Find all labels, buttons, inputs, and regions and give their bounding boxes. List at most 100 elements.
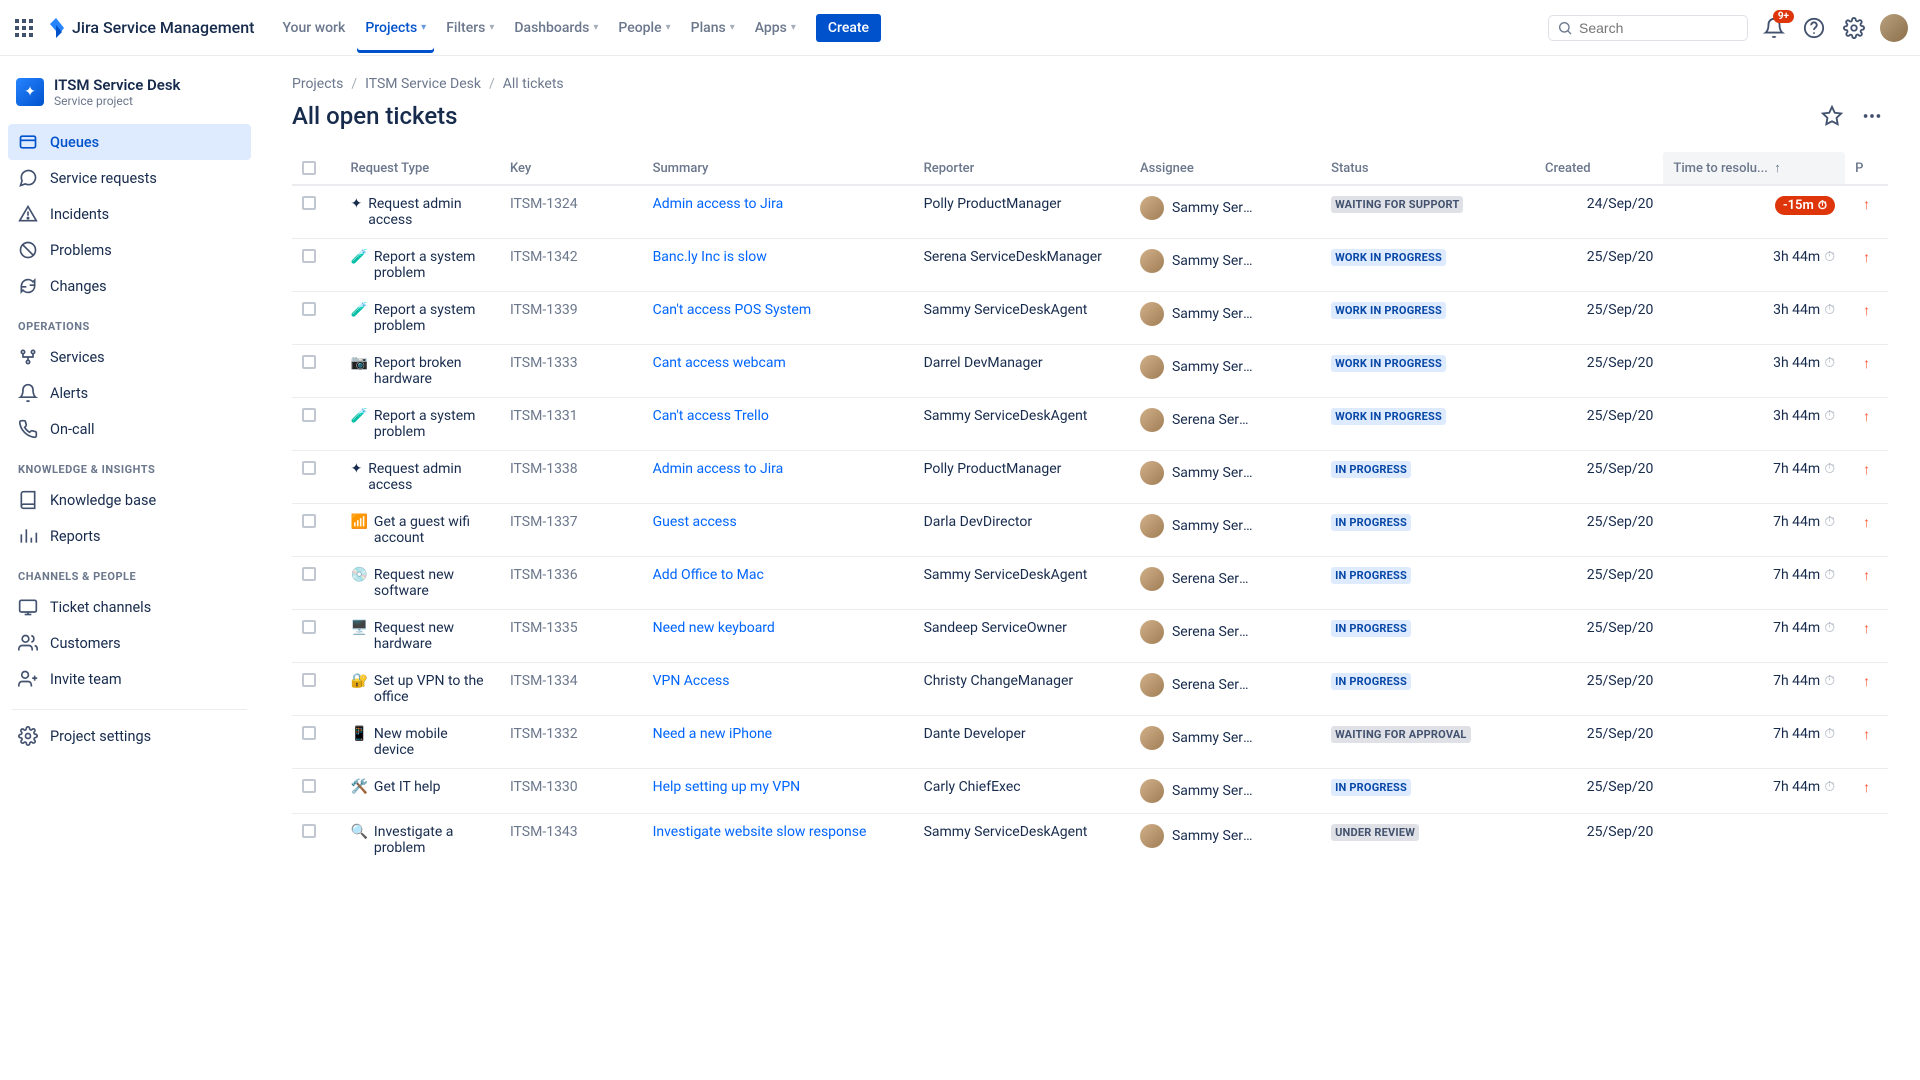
ticket-summary-link[interactable]: Investigate website slow response	[653, 824, 867, 840]
row-checkbox[interactable]	[302, 726, 316, 740]
ticket-summary-link[interactable]: Help setting up my VPN	[653, 779, 801, 795]
status-lozenge[interactable]: WORK IN PROGRESS	[1331, 408, 1446, 425]
sidebar-item-service-requests[interactable]: Service requests	[8, 160, 251, 196]
ticket-key[interactable]: ITSM-1339	[510, 302, 578, 318]
sidebar-item-customers[interactable]: Customers	[8, 625, 251, 661]
ticket-key[interactable]: ITSM-1332	[510, 726, 578, 742]
status-lozenge[interactable]: WAITING FOR APPROVAL	[1331, 726, 1470, 743]
row-checkbox[interactable]	[302, 355, 316, 369]
search-input[interactable]	[1579, 20, 1729, 36]
settings-button[interactable]	[1840, 14, 1868, 42]
column-header-request-type[interactable]: Request Type	[340, 152, 499, 185]
product-logo[interactable]: Jira Service Management	[44, 16, 254, 40]
ticket-key[interactable]: ITSM-1334	[510, 673, 578, 689]
ticket-summary-link[interactable]: Can't access Trello	[653, 408, 769, 424]
column-header-priority[interactable]: P	[1845, 152, 1888, 185]
ticket-key[interactable]: ITSM-1336	[510, 567, 578, 583]
nav-item-plans[interactable]: Plans▾	[683, 12, 743, 44]
ticket-key[interactable]: ITSM-1335	[510, 620, 578, 636]
ticket-summary-link[interactable]: Need a new iPhone	[653, 726, 773, 742]
sidebar-item-alerts[interactable]: Alerts	[8, 375, 251, 411]
nav-item-apps[interactable]: Apps▾	[747, 12, 804, 44]
status-lozenge[interactable]: WORK IN PROGRESS	[1331, 249, 1446, 266]
breadcrumb-item[interactable]: ITSM Service Desk	[365, 76, 481, 92]
ticket-summary-link[interactable]: Can't access POS System	[653, 302, 812, 318]
nav-item-dashboards[interactable]: Dashboards▾	[506, 12, 606, 44]
row-checkbox[interactable]	[302, 408, 316, 422]
ticket-key[interactable]: ITSM-1324	[510, 196, 578, 212]
sidebar-item-ticket-channels[interactable]: Ticket channels	[8, 589, 251, 625]
ticket-key[interactable]: ITSM-1338	[510, 461, 578, 477]
row-checkbox[interactable]	[302, 824, 316, 838]
status-lozenge[interactable]: IN PROGRESS	[1331, 461, 1411, 478]
row-checkbox[interactable]	[302, 514, 316, 528]
column-header-key[interactable]: Key	[500, 152, 643, 185]
help-button[interactable]	[1800, 14, 1828, 42]
select-all-checkbox[interactable]	[302, 161, 316, 175]
sidebar-item-services[interactable]: Services	[8, 339, 251, 375]
ticket-key[interactable]: ITSM-1343	[510, 824, 578, 840]
search-box[interactable]	[1548, 15, 1748, 41]
status-lozenge[interactable]: IN PROGRESS	[1331, 673, 1411, 690]
sidebar-item-reports[interactable]: Reports	[8, 518, 251, 554]
status-lozenge[interactable]: IN PROGRESS	[1331, 567, 1411, 584]
status-lozenge[interactable]: WORK IN PROGRESS	[1331, 302, 1446, 319]
row-checkbox[interactable]	[302, 249, 316, 263]
column-header-summary[interactable]: Summary	[643, 152, 914, 185]
sidebar-item-queues[interactable]: Queues	[8, 124, 251, 160]
row-checkbox[interactable]	[302, 196, 316, 210]
nav-item-projects[interactable]: Projects▾	[357, 3, 434, 53]
row-checkbox[interactable]	[302, 302, 316, 316]
nav-item-your-work[interactable]: Your work	[274, 12, 353, 44]
ticket-summary-link[interactable]: Add Office to Mac	[653, 567, 764, 583]
status-lozenge[interactable]: WAITING FOR SUPPORT	[1331, 196, 1463, 213]
ticket-summary-link[interactable]: VPN Access	[653, 673, 730, 689]
sidebar-item-incidents[interactable]: Incidents	[8, 196, 251, 232]
more-actions-button[interactable]	[1856, 100, 1888, 132]
row-checkbox[interactable]	[302, 461, 316, 475]
breadcrumb-item[interactable]: All tickets	[503, 76, 564, 92]
ticket-summary-link[interactable]: Admin access to Jira	[653, 461, 784, 477]
ticket-summary-link[interactable]: Banc.ly Inc is slow	[653, 249, 767, 265]
column-header-status[interactable]: Status	[1321, 152, 1535, 185]
row-checkbox[interactable]	[302, 673, 316, 687]
nav-item-people[interactable]: People▾	[610, 12, 678, 44]
status-lozenge[interactable]: IN PROGRESS	[1331, 779, 1411, 796]
notifications-button[interactable]: 9+	[1760, 14, 1788, 42]
sidebar-item-knowledge-base[interactable]: Knowledge base	[8, 482, 251, 518]
row-checkbox[interactable]	[302, 620, 316, 634]
row-checkbox[interactable]	[302, 779, 316, 793]
ticket-key[interactable]: ITSM-1330	[510, 779, 578, 795]
breadcrumb-item[interactable]: Projects	[292, 76, 343, 92]
status-lozenge[interactable]: UNDER REVIEW	[1331, 824, 1419, 841]
create-button[interactable]: Create	[816, 14, 881, 42]
oncall-icon	[18, 419, 38, 439]
ticket-key[interactable]: ITSM-1331	[510, 408, 578, 424]
sidebar-item-changes[interactable]: Changes	[8, 268, 251, 304]
profile-avatar[interactable]	[1880, 14, 1908, 42]
ticket-summary-link[interactable]: Admin access to Jira	[653, 196, 784, 212]
status-lozenge[interactable]: IN PROGRESS	[1331, 514, 1411, 531]
app-switcher-button[interactable]	[12, 16, 36, 40]
ticket-summary-link[interactable]: Guest access	[653, 514, 737, 530]
sidebar-item-project-settings[interactable]: Project settings	[8, 718, 251, 754]
ticket-summary-link[interactable]: Cant access webcam	[653, 355, 786, 371]
sidebar-item-invite-team[interactable]: Invite team	[8, 661, 251, 697]
sidebar-item-problems[interactable]: Problems	[8, 232, 251, 268]
ticket-key[interactable]: ITSM-1333	[510, 355, 578, 371]
priority-high-icon: ↑	[1863, 250, 1870, 266]
ticket-summary-link[interactable]: Need new keyboard	[653, 620, 775, 636]
project-header[interactable]: ✦ ITSM Service Desk Service project	[8, 72, 251, 124]
column-header-sla[interactable]: Time to resolu... ↑	[1663, 152, 1845, 185]
column-header-created[interactable]: Created	[1535, 152, 1663, 185]
ticket-key[interactable]: ITSM-1337	[510, 514, 578, 530]
ticket-key[interactable]: ITSM-1342	[510, 249, 578, 265]
column-header-assignee[interactable]: Assignee	[1130, 152, 1321, 185]
row-checkbox[interactable]	[302, 567, 316, 581]
column-header-reporter[interactable]: Reporter	[914, 152, 1130, 185]
star-button[interactable]	[1816, 100, 1848, 132]
sidebar-item-on-call[interactable]: On-call	[8, 411, 251, 447]
status-lozenge[interactable]: WORK IN PROGRESS	[1331, 355, 1446, 372]
status-lozenge[interactable]: IN PROGRESS	[1331, 620, 1411, 637]
nav-item-filters[interactable]: Filters▾	[438, 12, 502, 44]
